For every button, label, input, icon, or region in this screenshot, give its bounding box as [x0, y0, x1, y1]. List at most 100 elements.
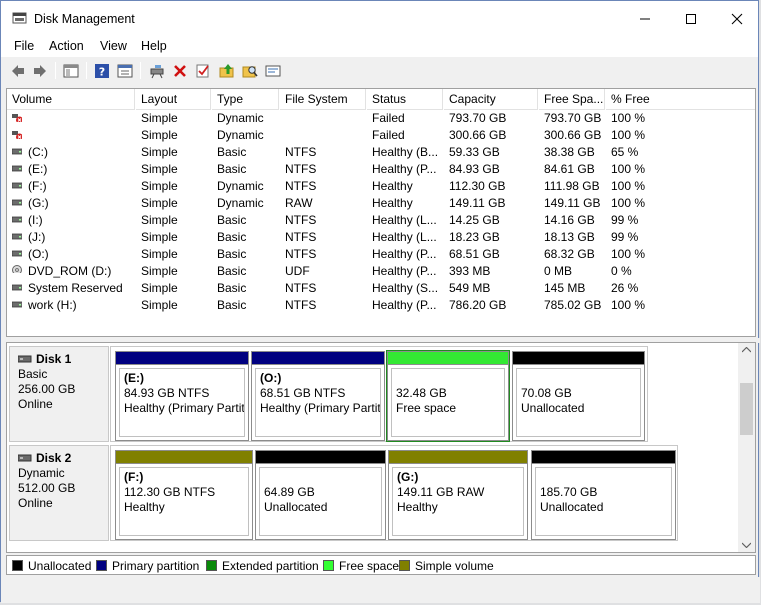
maximize-button[interactable] — [668, 1, 714, 35]
legend-label: Extended partition — [222, 559, 319, 573]
menu-file[interactable]: File — [14, 39, 34, 53]
partition-block[interactable]: (F:) 112.30 GB NTFS Healthy — [115, 450, 253, 540]
properties-button[interactable] — [115, 61, 135, 81]
volume-status: Healthy (P... — [372, 162, 437, 176]
disk-map-scrollbar[interactable] — [738, 343, 755, 552]
volume-row[interactable]: Simple Dynamic Failed 793.70 GB 793.70 GB 100… — [7, 110, 755, 127]
volume-file-system: NTFS — [285, 247, 317, 261]
partition-block[interactable]: (G:) 149.11 GB RAW Healthy — [388, 450, 528, 540]
volume-layout: Simple — [141, 230, 178, 244]
volume-list[interactable]: Volume Layout Type File System Status Ca… — [6, 88, 756, 337]
partition-details: (O:) 68.51 GB NTFS Healthy (Primary Partit — [255, 368, 381, 437]
volume-row[interactable]: (E:) Simple Basic NTFS Healthy (P... 84.93 GB… — [7, 161, 755, 178]
partition-block[interactable]: 32.48 GB Free space — [386, 350, 510, 442]
volume-type: Basic — [217, 145, 247, 159]
partition-color-bar — [387, 351, 509, 365]
search-folder-button[interactable] — [240, 61, 260, 81]
menu-help[interactable]: Help — [141, 39, 167, 53]
volume-type: Basic — [217, 281, 247, 295]
delete-button[interactable] — [170, 61, 190, 81]
volume-row[interactable]: System Reserved Simple Basic NTFS Healthy (S… — [7, 280, 755, 297]
volume-row[interactable]: (J:) Simple Basic NTFS Healthy (L... 18.23 GB… — [7, 229, 755, 246]
console-tree-button[interactable] — [61, 61, 81, 81]
partition-block[interactable]: (O:) 68.51 GB NTFS Healthy (Primary Partit — [251, 351, 385, 441]
legend-item: Simple volume — [399, 559, 494, 573]
check-button[interactable] — [193, 61, 213, 81]
volume-capacity: 112.30 GB — [449, 179, 506, 193]
volume-percent-free: 99 % — [611, 213, 639, 227]
partition-body: (G:) 149.11 GB RAW Healthy — [388, 464, 528, 540]
help-button[interactable]: ? — [92, 61, 112, 81]
partition-block[interactable]: 70.08 GB Unallocated — [512, 351, 645, 441]
legend: Unallocated Primary partition Extended par… — [6, 555, 756, 575]
volume-row[interactable]: (F:) Simple Dynamic NTFS Healthy 112.30 GB 111… — [7, 178, 755, 195]
partition-color-bar — [115, 351, 249, 365]
minimize-button[interactable] — [622, 1, 668, 35]
connect-disk-button[interactable] — [147, 61, 167, 81]
volume-percent-free: 100 % — [611, 298, 646, 312]
volume-type: Basic — [217, 298, 247, 312]
column-header-volume[interactable]: Volume — [7, 89, 135, 110]
dvd-icon — [12, 265, 22, 273]
scrollbar-thumb[interactable] — [740, 383, 753, 435]
volume-percent-free: 26 % — [611, 281, 639, 295]
partition-details: (E:) 84.93 GB NTFS Healthy (Primary Partit — [119, 368, 245, 437]
column-header-type[interactable]: Type — [212, 89, 279, 110]
disk-2-info[interactable]: Disk 2 Dynamic 512.00 GB Online — [9, 445, 109, 541]
volume-row[interactable]: work (H:) Simple Basic NTFS Healthy (P... 786… — [7, 297, 755, 314]
title-bar[interactable]: Disk Management — [1, 1, 758, 35]
volume-row[interactable]: Simple Dynamic Failed 300.66 GB 300.66 GB 100… — [7, 127, 755, 144]
volume-percent-free: 100 % — [611, 162, 646, 176]
settings-button[interactable] — [263, 61, 283, 81]
volume-file-system: NTFS — [285, 213, 317, 227]
settings-icon — [265, 65, 281, 77]
legend-swatch — [399, 560, 410, 571]
partition-color-bar — [531, 450, 676, 464]
column-header-layout[interactable]: Layout — [136, 89, 211, 110]
folder-up-icon — [219, 64, 234, 78]
folder-up-button[interactable] — [217, 61, 237, 81]
legend-item: Extended partition — [206, 559, 319, 573]
partition-body: 185.70 GB Unallocated — [531, 464, 676, 540]
menu-action[interactable]: Action — [49, 39, 84, 53]
volume-row[interactable]: (O:) Simple Basic NTFS Healthy (P... 68.51 GB… — [7, 246, 755, 263]
forward-button[interactable] — [30, 61, 50, 81]
disk-management-icon — [12, 12, 27, 24]
volume-layout: Simple — [141, 162, 178, 176]
column-header-percent-free[interactable]: % Free — [606, 89, 755, 110]
volume-free-space: 68.32 GB — [544, 247, 595, 261]
menu-view[interactable]: View — [100, 39, 127, 53]
volume-type: Dynamic — [217, 128, 264, 142]
partition-block[interactable]: 64.89 GB Unallocated — [255, 450, 386, 540]
column-header-file-system[interactable]: File System — [280, 89, 366, 110]
volume-icon — [12, 148, 22, 155]
volume-name: DVD_ROM (D:) — [28, 264, 112, 278]
volume-row[interactable]: (C:) Simple Basic NTFS Healthy (B... 59.33 GB… — [7, 144, 755, 161]
scroll-up-icon[interactable] — [742, 347, 751, 353]
search-folder-icon — [242, 66, 258, 78]
volume-percent-free: 100 % — [611, 111, 646, 125]
column-header-capacity[interactable]: Capacity — [444, 89, 538, 110]
scroll-down-icon[interactable] — [742, 542, 751, 548]
partition-color-bar — [115, 450, 253, 464]
disk-1-info[interactable]: Disk 1 Basic 256.00 GB Online — [9, 346, 109, 442]
toolbar-separator — [140, 62, 141, 79]
volume-layout: Simple — [141, 128, 178, 142]
partition-block[interactable]: (E:) 84.93 GB NTFS Healthy (Primary Partit — [115, 351, 249, 441]
volume-row[interactable]: (I:) Simple Basic NTFS Healthy (L... 14.25 GB… — [7, 212, 755, 229]
volume-status: Healthy (P... — [372, 264, 437, 278]
column-header-free-space[interactable]: Free Spa... — [539, 89, 605, 110]
close-button[interactable] — [714, 1, 760, 35]
volume-name: (J:) — [28, 230, 46, 244]
volume-row[interactable]: DVD_ROM (D:) Simple Basic UDF Healthy (P... 3… — [7, 263, 755, 280]
partition-size: 70.08 GB — [521, 386, 572, 400]
partition-size: 84.93 GB NTFS — [124, 386, 210, 400]
volume-free-space: 84.61 GB — [544, 162, 595, 176]
volume-file-system: NTFS — [285, 281, 317, 295]
partition-block[interactable]: 185.70 GB Unallocated — [531, 450, 676, 540]
partition-status: Healthy — [124, 500, 165, 514]
column-header-status[interactable]: Status — [367, 89, 443, 110]
volume-row[interactable]: (G:) Simple Dynamic RAW Healthy 149.11 GB 149.… — [7, 195, 755, 212]
volume-capacity: 68.51 GB — [449, 247, 500, 261]
back-button[interactable] — [8, 61, 28, 81]
